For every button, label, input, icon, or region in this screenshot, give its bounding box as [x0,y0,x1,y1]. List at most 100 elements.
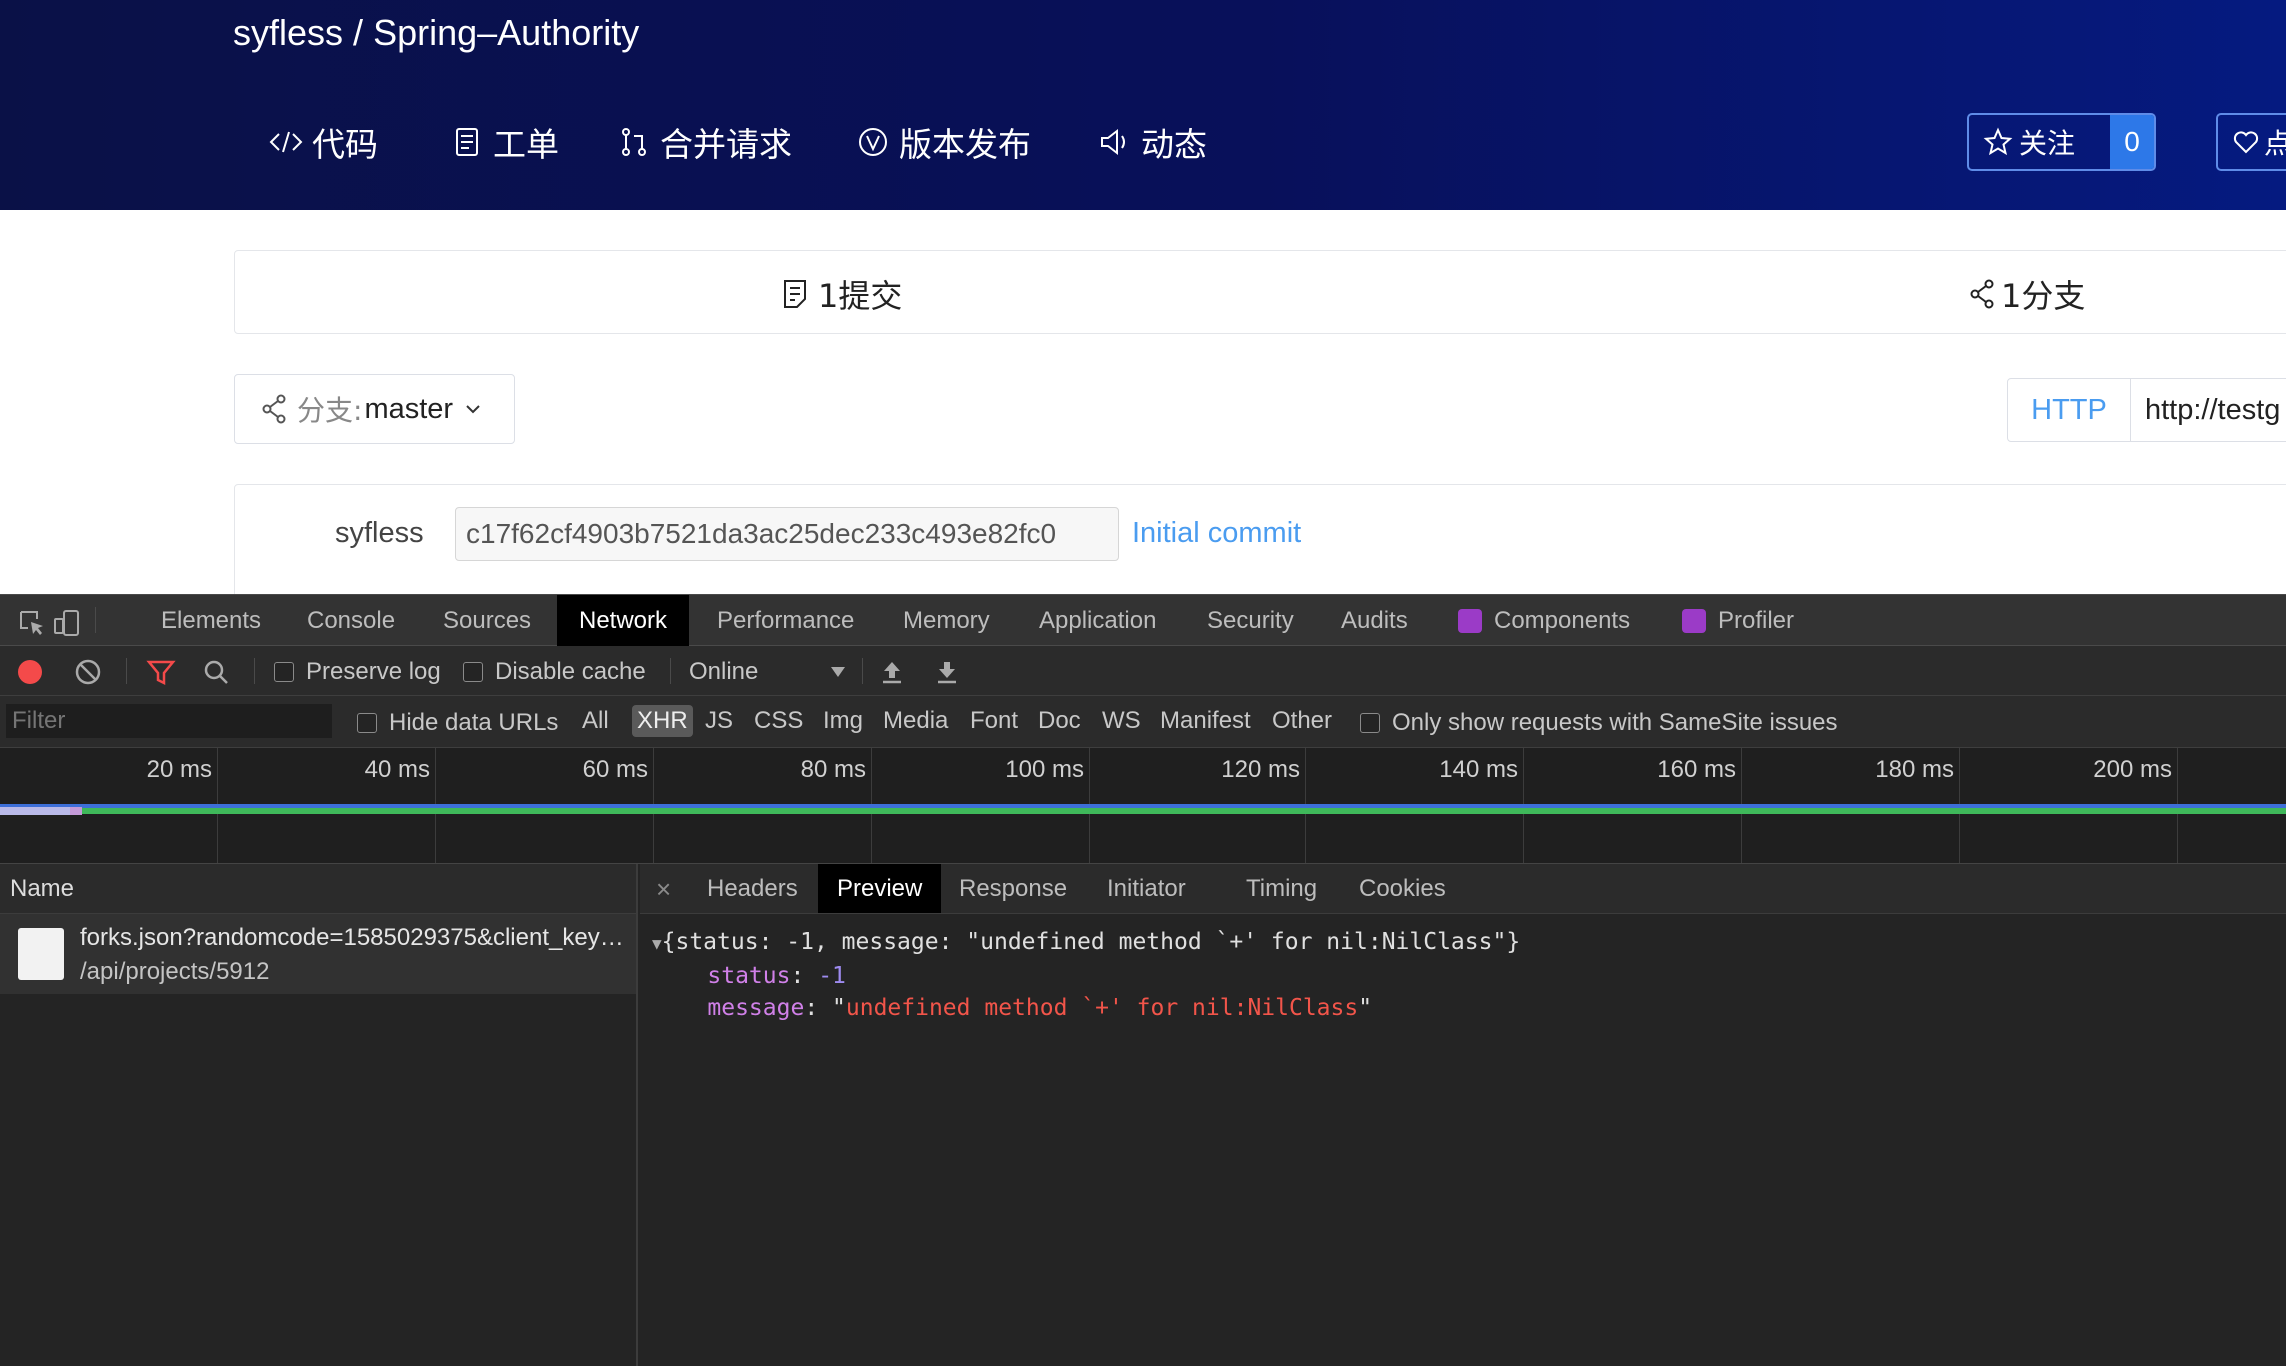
tab-application[interactable]: Application [1017,595,1178,646]
tab-timing[interactable]: Timing [1227,864,1336,913]
tab-initiator[interactable]: Initiator [1088,864,1205,913]
filter-input[interactable] [6,704,332,738]
type-filter-media[interactable]: Media [878,705,953,737]
throttling-select[interactable]: Online [689,658,846,686]
branch-prefix: 分支: [297,394,363,427]
tab-response[interactable]: Response [940,864,1086,913]
expand-triangle-icon[interactable]: ▼ [652,934,662,953]
type-filter-xhr[interactable]: XHR [632,705,693,737]
type-filter-img[interactable]: Img [818,705,868,737]
clone-url-box: HTTP http://testg [2007,378,2286,442]
watch-button[interactable]: 关注 0 [1967,113,2156,171]
nav-issues[interactable]: 工单 [449,118,559,166]
type-filter-all[interactable]: All [577,705,614,737]
checkbox-box[interactable] [274,662,294,682]
commits-stat-label: 1提交 [818,277,903,315]
repo-name[interactable]: Spring–Authority [373,12,639,53]
request-path: /api/projects/5912 [80,958,270,985]
name-column-header[interactable]: Name [0,864,636,914]
timeline-bar-waiting [0,807,70,815]
clone-url-field[interactable]: http://testg [2131,379,2280,441]
star-icon [1983,127,2013,156]
tab-audits[interactable]: Audits [1319,595,1430,646]
tab-console[interactable]: Console [285,595,417,646]
tab-network[interactable]: Network [557,595,690,646]
inspect-element-icon[interactable] [18,609,46,637]
tab-components[interactable]: Components [1436,595,1652,646]
branches-stat[interactable]: 1分支 [1967,271,2085,317]
request-row[interactable]: forks.json?randomcode=1585029375&client_… [0,914,636,994]
close-icon[interactable]: × [656,874,671,905]
repo-owner[interactable]: syfless [233,12,343,53]
export-har-icon[interactable] [933,658,961,686]
branch-value: master [364,392,454,425]
activity-icon [1101,128,1125,156]
commit-hash[interactable]: c17f62cf4903b7521da3ac25dec233c493e82fc0 [455,507,1119,561]
tab-cookies[interactable]: Cookies [1340,864,1465,913]
clear-icon[interactable] [74,658,102,686]
timeline-tick-label: 100 ms [1005,756,1084,783]
clone-protocol-button[interactable]: HTTP [2008,379,2131,441]
type-filter-manifest[interactable]: Manifest [1155,705,1256,737]
nav-activity[interactable]: 动态 [1097,118,1207,166]
json-summary: {status: -1, message: "undefined method … [661,929,1521,955]
tab-preview[interactable]: Preview [818,864,942,913]
repo-stats-bar: 1提交 1分支 [234,250,2286,334]
type-filter-js[interactable]: JS [700,705,738,737]
branch-selector[interactable]: 分支: master [234,374,515,444]
watch-count[interactable]: 0 [2110,115,2154,169]
commits-stat[interactable]: 1提交 [780,271,902,317]
record-icon[interactable] [16,658,44,686]
repo-title: syfless / Spring–Authority [233,12,639,54]
import-har-icon[interactable] [878,658,906,686]
like-button[interactable]: 点 [2216,113,2286,171]
request-detail-panel: × Headers Preview Response Initiator Tim… [640,864,2286,1366]
nav-code[interactable]: 代码 [268,118,378,166]
tab-elements[interactable]: Elements [139,595,283,646]
checkbox-box[interactable] [1360,713,1380,733]
commit-list-icon [784,280,806,308]
type-filter-ws[interactable]: WS [1097,705,1146,737]
hide-data-urls-checkbox[interactable]: Hide data URLs [357,709,558,737]
nav-releases[interactable]: 版本发布 [855,118,1031,166]
timeline-tick-label: 140 ms [1439,756,1518,783]
tab-performance[interactable]: Performance [695,595,876,646]
preserve-log-checkbox[interactable]: Preserve log [274,658,441,686]
commit-author[interactable]: syfless [335,517,424,550]
tab-sources[interactable]: Sources [421,595,553,646]
search-icon[interactable] [202,658,230,686]
type-filter-other[interactable]: Other [1267,705,1337,737]
branch-icon [262,394,286,424]
type-filter-font[interactable]: Font [965,705,1023,737]
disable-cache-checkbox[interactable]: Disable cache [463,658,646,686]
tab-security[interactable]: Security [1185,595,1316,646]
samesite-checkbox[interactable]: Only show requests with SameSite issues [1360,709,1838,737]
issue-icon [456,128,478,156]
timeline-bar-green [0,808,2286,814]
heart-icon [2233,131,2259,154]
timeline-bar-connect [70,807,82,815]
timeline-tick-label: 40 ms [364,756,430,783]
branches-stat-label: 1分支 [2001,277,2086,315]
samesite-label: Only show requests with SameSite issues [1392,709,1838,736]
nav-pull-requests[interactable]: 合并请求 [616,118,792,166]
commit-message-link[interactable]: Initial commit [1132,517,1301,550]
network-timeline-overview[interactable]: 20 ms 40 ms 60 ms 80 ms 100 ms 120 ms 14… [0,748,2286,864]
filter-icon[interactable] [146,658,176,686]
network-toolbar: Preserve log Disable cache Online [0,646,2286,696]
request-name: forks.json?randomcode=1585029375&client_… [80,924,630,951]
tab-memory[interactable]: Memory [881,595,1012,646]
type-filter-css[interactable]: CSS [749,705,808,737]
devtools-panel: Elements Console Sources Network Perform… [0,594,2286,1366]
device-toolbar-icon[interactable] [52,609,82,637]
tab-profiler[interactable]: Profiler [1660,595,1816,646]
devtools-tab-bar: Elements Console Sources Network Perform… [0,594,2286,646]
timeline-tick-label: 60 ms [582,756,648,783]
json-value-message: undefined method `+' for nil:NilClass [845,995,1359,1021]
network-filter-bar: Hide data URLs All XHR JS CSS Img Media … [0,696,2286,748]
json-root-line[interactable]: ▼{status: -1, message: "undefined method… [652,926,1520,960]
checkbox-box[interactable] [463,662,483,682]
type-filter-doc[interactable]: Doc [1033,705,1086,737]
tab-headers[interactable]: Headers [688,864,817,913]
checkbox-box[interactable] [357,713,377,733]
